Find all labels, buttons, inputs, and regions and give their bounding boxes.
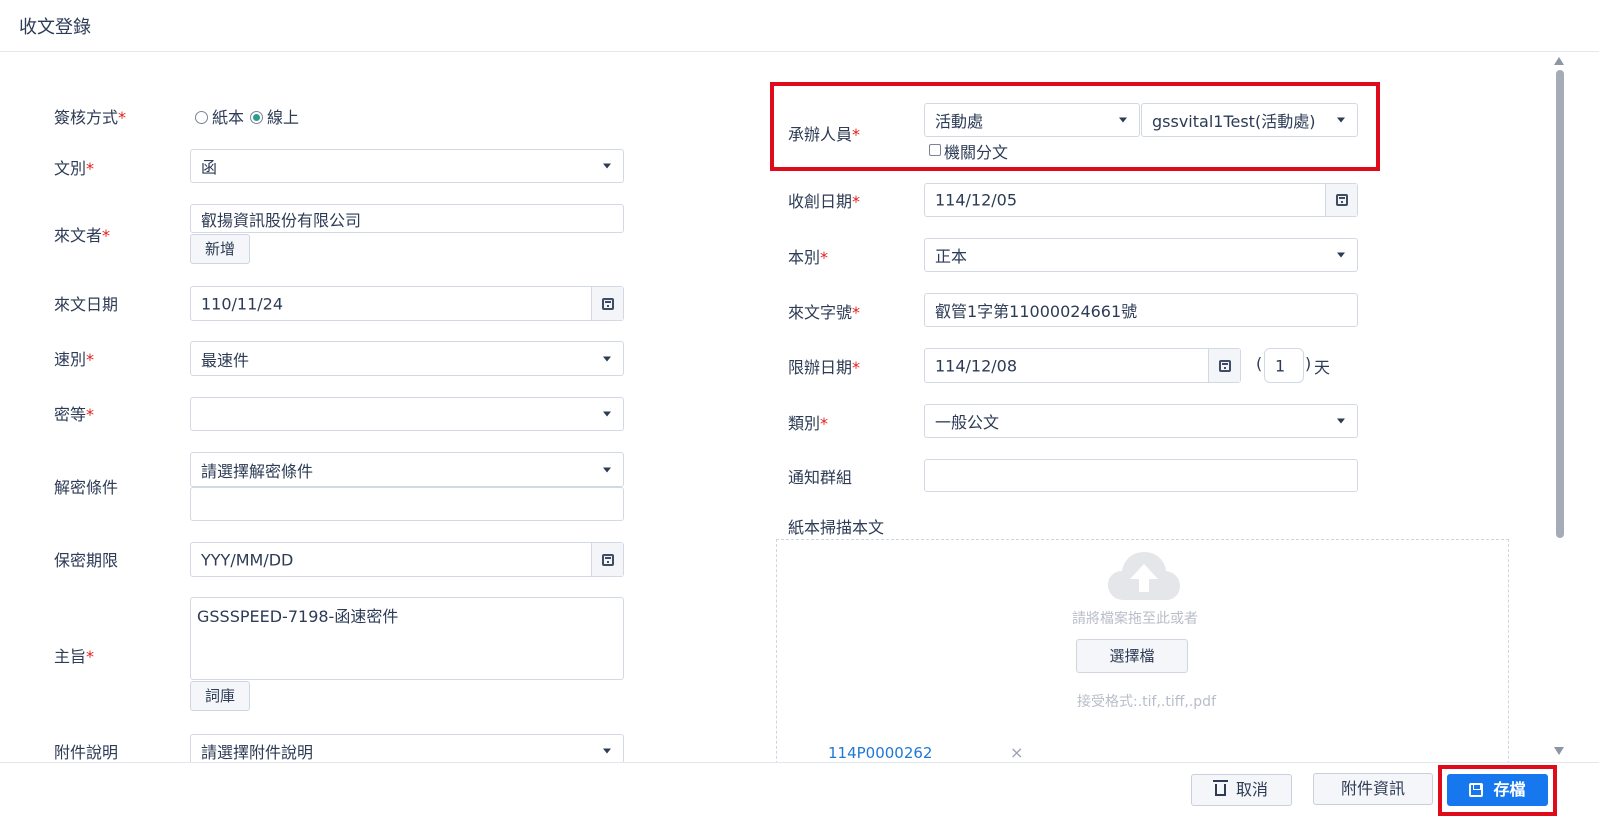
handler-person-value: gssvital1Test(活動處) [1152,112,1316,131]
category-select[interactable]: 一般公文 [924,404,1358,438]
choose-file-button[interactable]: 選擇檔 [1076,639,1188,673]
sender-value: 叡揚資訊股份有限公司 [201,210,362,230]
radio-online[interactable] [250,111,263,124]
drop-hint-text: 請將檔案拖至此或者 [1072,611,1198,627]
chevron-down-icon [1337,252,1345,258]
deadline-date-input[interactable]: 114/12/08 [924,348,1241,383]
cloud-upload-icon [1108,552,1180,600]
cancel-button[interactable]: 取消 [1191,774,1292,806]
subject-textarea[interactable]: GSSSPEED-7198-函速密件 [190,597,624,680]
category-value: 一般公文 [935,413,1000,432]
incoming-date-input[interactable]: 110/11/24 [190,286,624,321]
doc-number-label: 來文字號* [788,303,861,322]
radio-paper-label: 紙本 [212,108,245,127]
calendar-icon [1219,359,1231,372]
close-icon[interactable]: × [1010,743,1023,762]
deadline-calendar-button[interactable] [1208,349,1240,382]
declassify-label: 解密條件 [54,478,119,497]
handler-unit-select[interactable]: 活動處 [924,103,1140,137]
deadline-days-unit: 天 [1314,358,1331,377]
agency-dispatch-checkbox[interactable] [929,144,941,156]
save-icon [1469,783,1484,797]
deadline-days-value: 1 [1275,356,1286,375]
retention-date-input[interactable]: YYY/MM/DD [190,542,624,577]
incoming-date-value: 110/11/24 [201,294,284,313]
doc-type-label: 文別* [54,159,95,178]
calendar-icon [602,553,614,566]
copy-type-value: 正本 [935,247,968,266]
chevron-down-icon [603,356,611,361]
secrecy-label: 密等* [54,405,95,424]
deadline-close-paren: ) [1305,354,1312,373]
chevron-down-icon [603,748,611,754]
retention-placeholder: YYY/MM/DD [201,550,294,569]
chevron-down-icon [603,411,611,417]
add-sender-button[interactable]: 新增 [190,234,250,264]
page-header: 收文登錄 [0,0,1599,52]
sign-method-label: 簽核方式* [54,108,127,127]
speed-select[interactable]: 最速件 [190,341,624,376]
uploaded-file-link[interactable]: 114P0000262 [828,744,932,762]
received-date-label: 收創日期* [788,192,861,211]
incoming-date-calendar-button[interactable] [591,287,623,320]
attachment-note-select[interactable]: 請選擇附件說明 [190,734,624,762]
chevron-down-icon [603,467,611,472]
copy-type-label: 本別* [788,248,829,267]
deadline-open-paren: ( [1256,354,1263,373]
attachment-info-button[interactable]: 附件資訊 [1313,773,1433,805]
doc-type-select[interactable]: 函 [190,149,624,183]
deadline-value: 114/12/08 [935,356,1018,375]
sender-label: 來文者* [54,226,111,245]
radio-online-label: 線上 [267,108,300,127]
deadline-label: 限辦日期* [788,358,861,377]
radio-paper[interactable] [195,111,208,124]
deadline-days-input[interactable]: 1 [1264,348,1304,383]
speed-label: 速別* [54,350,95,369]
declassify-text-input[interactable] [190,487,624,521]
scroll-down-icon[interactable] [1554,747,1564,755]
attachment-note-value: 請選擇附件說明 [201,743,314,762]
handler-person-select[interactable]: gssvital1Test(活動處) [1141,103,1358,137]
subject-value: GSSSPEED-7198-函速密件 [197,607,399,626]
attachment-note-label: 附件說明 [54,743,119,762]
incoming-date-label: 來文日期 [54,295,119,314]
handler-unit-value: 活動處 [935,112,984,131]
doc-type-value: 函 [201,158,218,177]
declassify-value: 請選擇解密條件 [201,461,314,481]
page-title: 收文登錄 [19,17,91,38]
notify-group-label: 通知群組 [788,468,853,487]
handler-label: 承辦人員* [788,125,861,144]
lexicon-button[interactable]: 詞庫 [190,681,250,711]
scroll-up-icon[interactable] [1554,57,1564,65]
declassify-select[interactable]: 請選擇解密條件 [190,452,624,487]
scroll-thumb[interactable] [1556,70,1564,538]
received-date-calendar-button[interactable] [1325,184,1357,216]
retention-calendar-button[interactable] [591,543,623,576]
save-button[interactable]: 存檔 [1447,774,1548,806]
accepted-formats-text: 接受格式:.tif,.tiff,.pdf [1077,694,1217,710]
received-date-input[interactable]: 114/12/05 [924,183,1358,217]
retention-label: 保密期限 [54,551,119,570]
calendar-icon [602,297,614,310]
sender-input[interactable]: 叡揚資訊股份有限公司 [190,204,624,233]
chevron-down-icon [1337,117,1345,123]
doc-number-value: 叡管1字第11000024661號 [935,302,1138,321]
doc-number-input[interactable]: 叡管1字第11000024661號 [924,293,1358,327]
copy-type-select[interactable]: 正本 [924,238,1358,272]
agency-dispatch-label: 機關分文 [944,143,1009,162]
chevron-down-icon [1337,418,1345,424]
scan-label: 紙本掃描本文 [788,518,885,537]
footer-bar: 取消 附件資訊 存檔 [0,762,1599,832]
subject-label: 主旨* [54,647,95,666]
speed-value: 最速件 [201,350,250,370]
chevron-down-icon [1119,117,1127,123]
category-label: 類別* [788,414,829,433]
chevron-down-icon [603,163,611,169]
notify-group-input[interactable] [924,459,1358,492]
received-date-value: 114/12/05 [935,190,1018,210]
secrecy-select[interactable] [190,397,624,431]
trash-icon [1212,780,1228,796]
calendar-icon [1336,194,1348,206]
